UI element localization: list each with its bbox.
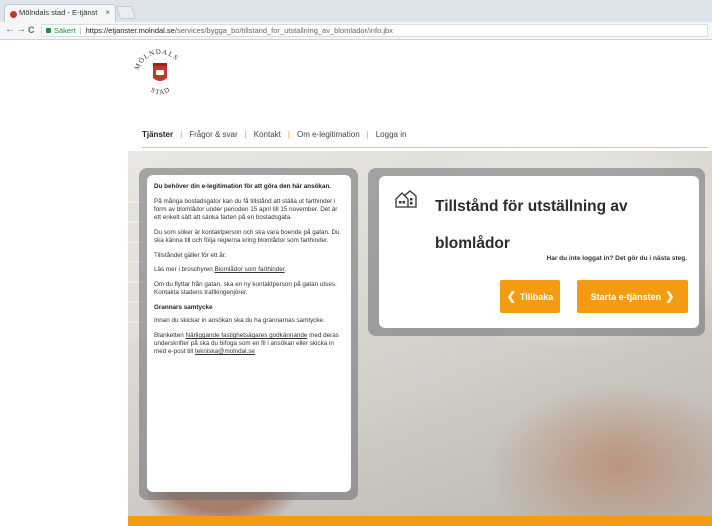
login-hint: Har du inte loggat in? Det gör du i näst… bbox=[546, 255, 687, 262]
nav-tjanster[interactable]: Tjänster bbox=[142, 130, 173, 139]
browser-tabstrip: Mölndals stad - E-tjänst × bbox=[0, 0, 712, 22]
tab-title: Mölndals stad - E-tjänst bbox=[19, 8, 98, 17]
info-intro: Du behöver din e-legitimation för att gö… bbox=[154, 183, 332, 190]
info-paragraph-3: Tillståndet gäller för ett år. bbox=[154, 251, 227, 259]
email-link[interactable]: tekniska@molndal.se bbox=[195, 348, 255, 355]
reload-icon[interactable]: C bbox=[28, 25, 35, 35]
address-bar[interactable]: Säkert | https://etjanster.molndal.se/serv… bbox=[41, 24, 708, 37]
back-arrow-icon[interactable]: ← bbox=[5, 24, 15, 35]
new-tab-button[interactable] bbox=[115, 6, 137, 19]
info-paragraph-5: Om du flyttar från gatan, ska en ny kont… bbox=[154, 281, 337, 297]
form-link[interactable]: Närliggande fastighetsägares godkännande bbox=[186, 332, 308, 339]
nav-om-e-legitimation[interactable]: Om e-legitimation bbox=[297, 130, 360, 139]
address-separator: | bbox=[79, 26, 82, 35]
nav-kontakt[interactable]: Kontakt bbox=[254, 130, 281, 139]
url-path: /services/bygga_bo/tillstand_for_utstall… bbox=[174, 26, 393, 35]
chevron-right-icon: ❯ bbox=[665, 290, 675, 303]
tab-close-icon[interactable]: × bbox=[105, 8, 110, 17]
info-paragraph-4: Läs mer i broschyren Blomlådor som farth… bbox=[154, 266, 287, 274]
info-paragraph-1: På många bostadsgator kan du få tillstån… bbox=[154, 197, 338, 222]
start-service-button[interactable]: Starta e-tjänsten ❯ bbox=[577, 280, 688, 313]
page-title: Tillstånd för utställning av blomlådor bbox=[435, 198, 628, 252]
forward-arrow-icon[interactable]: → bbox=[16, 24, 26, 35]
svg-text:STAD: STAD bbox=[149, 85, 171, 96]
back-button-label: Tillbaka bbox=[519, 291, 554, 302]
logo-bottom-text: STAD bbox=[149, 85, 170, 96]
chevron-left-icon: ❮ bbox=[506, 290, 516, 303]
browser-tab[interactable]: Mölndals stad - E-tjänst × bbox=[4, 4, 116, 22]
info-paragraph-2: Du som söker är kontaktperson och ska va… bbox=[154, 228, 340, 245]
molndals-stad-logo[interactable]: MÖLNDALS STAD bbox=[132, 48, 188, 100]
back-button[interactable]: ❮ Tillbaka bbox=[500, 280, 560, 313]
start-button-label: Starta e-tjänsten bbox=[590, 291, 662, 302]
info-card: Du behöver din e-legitimation för att gö… bbox=[147, 175, 351, 492]
url-host: https://etjanster.molndal.se bbox=[85, 26, 175, 35]
main-nav: Tjänster | Frågor & svar | Kontakt | Om e-legi… bbox=[142, 130, 407, 139]
browser-toolbar: ← → C Säkert | https://etjanster.molndal.s… bbox=[0, 22, 712, 40]
info-heading: Grannars samtycke bbox=[154, 304, 213, 312]
info-paragraph-7: Blanketten Närliggande fastighetsägares … bbox=[154, 331, 339, 356]
info-paragraph-6: Innan du skickar in ansökan ska du ha gr… bbox=[154, 317, 325, 325]
secure-label: Säkert bbox=[54, 26, 76, 35]
nav-divider bbox=[142, 147, 708, 148]
permit-card: Tillstånd för utställning av blomlådor H… bbox=[379, 176, 699, 328]
brochure-link[interactable]: Blomlådor som farthinder bbox=[215, 266, 285, 273]
nav-fragor-svar[interactable]: Frågor & svar bbox=[189, 130, 237, 139]
nav-logga-in[interactable]: Logga in bbox=[376, 130, 407, 139]
lock-icon bbox=[46, 28, 51, 33]
page: MÖLNDALS STAD Tjänster | Frågor & svar | Kon… bbox=[128, 40, 712, 526]
favicon-icon bbox=[10, 11, 17, 18]
footer-bar bbox=[128, 516, 712, 526]
houses-icon bbox=[395, 190, 417, 208]
